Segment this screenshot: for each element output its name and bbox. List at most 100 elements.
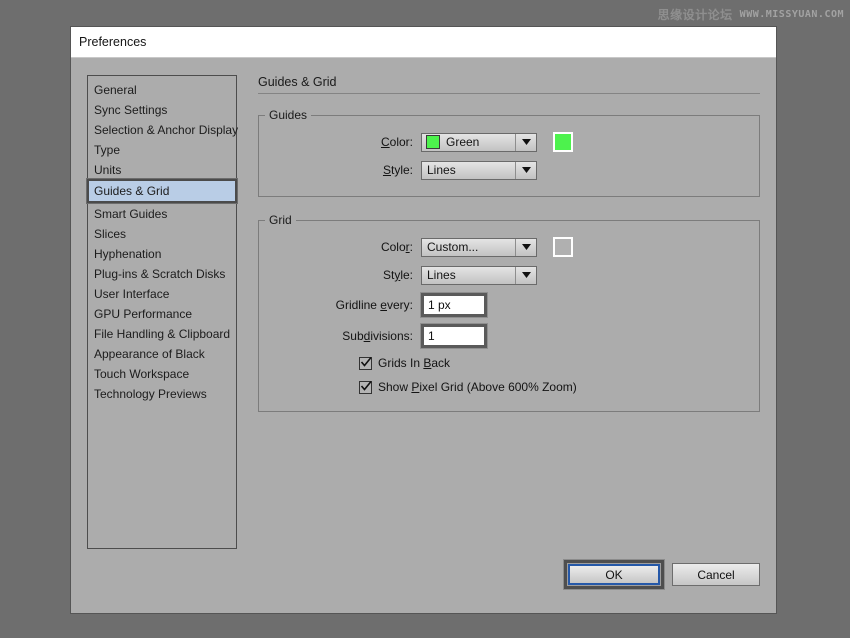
sidebar-item-technology-previews[interactable]: Technology Previews [88,384,236,404]
guides-color-row: Color: Green [259,128,759,156]
guides-color-label-rest: olor: [389,135,413,149]
cancel-button[interactable]: Cancel [672,563,760,586]
chevron-down-icon[interactable] [515,161,536,179]
preferences-category-list[interactable]: General Sync Settings Selection & Anchor D… [86,75,239,549]
gridline-every-label: Gridline every: [259,298,421,312]
guides-color-inline-swatch [426,135,440,149]
grid-color-dropdown[interactable]: Custom... [421,237,537,257]
gridline-every-label-pre: Gridline [335,297,381,312]
page-title: Guides & Grid [258,75,760,94]
sidebar-item-hyphenation[interactable]: Hyphenation [88,244,236,264]
sidebar-item-guides-grid[interactable]: Guides & Grid [86,178,238,204]
sidebar-item-label: General [94,83,137,97]
grid-color-label-pre: Colo [380,240,406,254]
gridline-every-accel: e [380,297,387,312]
sidebar-item-label: Hyphenation [94,247,162,261]
sidebar-item-appearance-of-black[interactable]: Appearance of Black [88,344,236,364]
guides-style-label: Style: [259,163,421,177]
chevron-down-icon[interactable] [515,266,536,284]
sidebar-item-label: Touch Workspace [94,367,190,381]
guides-style-dropdown[interactable]: Lines [421,160,537,180]
show-pixel-grid-checkbox[interactable] [359,380,372,394]
checkmark-icon [360,356,372,367]
grid-style-row: Style: Lines [259,261,759,289]
grid-group: Grid Color: Custom... Style: Lines Gridl… [258,213,760,412]
show-pixel-grid-label: Show Pixel Grid (Above 600% Zoom) [378,380,577,394]
watermark-url-text: WWW.MISSYUAN.COM [739,9,844,20]
guides-style-row: Style: Lines [259,156,759,184]
grids-in-back-label-pre: Grids In [378,356,424,370]
gridline-every-input[interactable]: 1 px [420,291,488,318]
grid-color-row: Color: Custom... [259,233,759,261]
grid-color-label-post: : [409,240,413,254]
gridline-every-value: 1 px [428,297,451,312]
sidebar-item-file-handling-clipboard[interactable]: File Handling & Clipboard [88,324,236,344]
guides-group-legend: Guides [269,108,308,122]
guides-group: Guides Color: Green Style: Lines [258,108,760,197]
chevron-down-icon[interactable] [515,133,536,151]
grid-group-legend: Grid [269,213,292,227]
grid-style-dropdown[interactable]: Lines [421,265,537,285]
sidebar-item-sync-settings[interactable]: Sync Settings [88,100,236,120]
grid-color-swatch-button[interactable] [553,237,573,257]
show-pixel-grid-label-post: ixel Grid (Above 600% Zoom) [419,380,577,394]
show-pixel-grid-row[interactable]: Show Pixel Grid (Above 600% Zoom) [259,375,759,399]
sidebar-item-type[interactable]: Type [88,140,236,160]
sidebar-item-label: File Handling & Clipboard [94,327,231,341]
dialog-titlebar: Preferences [71,27,776,58]
sidebar-item-label: Technology Previews [94,387,207,401]
sidebar-item-label: Units [94,163,122,177]
sidebar-item-label: Appearance of Black [94,347,205,361]
guides-style-label-rest: tyle: [390,163,413,177]
sidebar-item-slices[interactable]: Slices [88,224,236,244]
subdivisions-label-pre: Sub [342,328,364,343]
preferences-pane: Guides & Grid Guides Color: Green Style:… [258,75,760,613]
sidebar-item-user-interface[interactable]: User Interface [88,284,236,304]
sidebar-item-label: GPU Performance [94,307,193,321]
grid-style-label-post: le: [400,268,413,282]
sidebar-item-gpu-performance[interactable]: GPU Performance [88,304,236,324]
chevron-down-icon[interactable] [515,238,536,256]
guides-style-accel: S [382,163,391,177]
grid-style-label: Style: [259,268,421,282]
ok-button-focus-ring: OK [563,559,665,590]
grids-in-back-row[interactable]: Grids In Back [259,351,759,375]
show-pixel-grid-label-pre: Show [378,380,412,394]
sidebar-item-touch-workspace[interactable]: Touch Workspace [88,364,236,384]
preferences-dialog: Preferences General Sync Settings Selectio… [71,27,776,613]
sidebar-item-label: Slices [94,227,127,241]
grids-in-back-label: Grids In Back [378,356,450,370]
grids-in-back-checkbox[interactable] [359,356,372,370]
guides-color-swatch-button[interactable] [553,132,573,152]
sidebar-item-label: Plug-ins & Scratch Disks [94,267,226,281]
sidebar-item-selection-anchor-display[interactable]: Selection & Anchor Display [88,120,239,140]
checkmark-icon [360,380,372,391]
gridline-every-row: Gridline every: 1 px [259,289,759,320]
guides-style-value: Lines [427,163,456,177]
dialog-body: General Sync Settings Selection & Anchor D… [71,58,776,613]
grid-color-label: Color: [259,240,421,254]
guides-color-label: Color: [259,135,421,149]
sidebar-item-general[interactable]: General [88,80,236,100]
watermark: 思缘设计论坛 WWW.MISSYUAN.COM [658,6,844,23]
subdivisions-input[interactable]: 1 [420,322,488,349]
sidebar-item-smart-guides[interactable]: Smart Guides [88,204,236,224]
sidebar-item-label: Type [94,143,121,157]
sidebar-item-label: Guides & Grid [94,184,170,198]
guides-color-dropdown[interactable]: Green [421,132,537,152]
subdivisions-label: Subdivisions: [259,329,421,343]
sidebar-item-plug-ins-scratch-disks[interactable]: Plug-ins & Scratch Disks [88,264,236,284]
subdivisions-row: Subdivisions: 1 [259,320,759,351]
watermark-cn-text: 思缘设计论坛 [657,8,733,22]
guides-color-value: Green [446,135,480,149]
dialog-footer: OK Cancel [563,559,760,590]
sidebar-item-label: Selection & Anchor Display [94,123,239,137]
subdivisions-value: 1 [428,328,435,343]
dialog-title: Preferences [79,35,147,49]
ok-button[interactable]: OK [568,564,660,585]
sidebar-item-units[interactable]: Units [88,160,236,180]
grid-color-value: Custom... [427,240,479,254]
sidebar-item-label: User Interface [94,287,170,301]
gridline-every-label-post: very: [386,297,413,312]
grid-style-value: Lines [427,268,456,282]
